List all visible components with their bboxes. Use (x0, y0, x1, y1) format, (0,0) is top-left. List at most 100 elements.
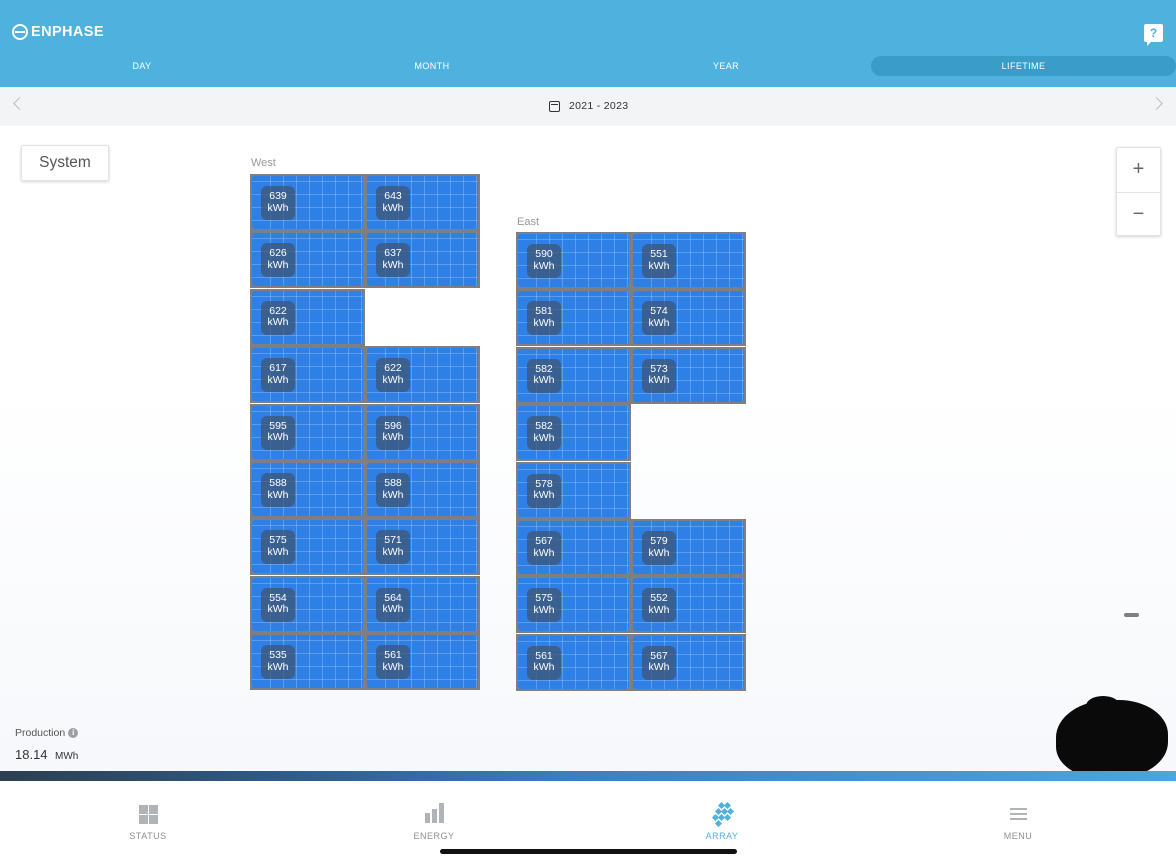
solar-panel[interactable]: 561 kWh (516, 633, 631, 691)
next-period-icon[interactable] (1150, 97, 1163, 110)
zoom-out-button[interactable]: − (1117, 193, 1160, 236)
solar-panel[interactable]: 573 kWh (631, 346, 746, 404)
panel-energy-label: 595 kWh (261, 415, 295, 450)
solar-panel[interactable]: 617 kWh (250, 346, 365, 404)
panel-energy-label: 578 kWh (527, 473, 561, 508)
panel-energy-label: 581 kWh (527, 301, 561, 336)
system-button[interactable]: System (21, 145, 109, 181)
panel-energy-value: 617 (269, 362, 287, 375)
solar-panel[interactable]: 571 kWh (365, 518, 480, 576)
enphase-logo-icon (12, 24, 28, 40)
solar-panel[interactable]: 581 kWh (516, 289, 631, 347)
panel-energy-unit: kWh (533, 374, 555, 387)
panel-energy-label: 552 kWh (642, 588, 676, 623)
panel-energy-label: 564 kWh (376, 587, 410, 622)
panel-energy-value: 561 (384, 649, 402, 662)
panel-energy-unit: kWh (533, 661, 555, 674)
solar-panel[interactable]: 588 kWh (250, 461, 365, 518)
solar-panel[interactable]: 643 kWh (365, 174, 480, 231)
previous-period-icon[interactable] (13, 97, 26, 110)
zoom-in-button[interactable]: + (1117, 148, 1160, 191)
panel-energy-label: 588 kWh (376, 473, 410, 507)
panel-energy-unit: kWh (382, 431, 404, 444)
array-canvas[interactable]: System + − West 639 kWh 643 kWh 626 kWh 637 kWh… (0, 126, 1176, 781)
production-unit: MWh (55, 751, 79, 762)
date-range-text: 2021 - 2023 (569, 100, 629, 112)
solar-panel[interactable]: 564 kWh (365, 575, 480, 633)
production-gradient-bar (0, 771, 1176, 781)
panel-energy-value: 551 (650, 248, 668, 260)
info-icon[interactable]: i (68, 728, 79, 738)
solar-panel[interactable]: 590 kWh (516, 232, 631, 289)
nav-array[interactable]: ARRAY (672, 801, 772, 841)
group-label-east: East (517, 216, 540, 228)
home-indicator[interactable] (440, 849, 737, 854)
panel-energy-unit: kWh (533, 603, 555, 616)
solar-panel[interactable]: 579 kWh (631, 519, 746, 576)
nav-array-label: ARRAY (705, 831, 739, 841)
bottom-nav: STATUS ENERGY ARRAY MENU (0, 781, 1176, 860)
solar-panel[interactable]: 622 kWh (250, 288, 365, 346)
help-button[interactable]: ? (1144, 24, 1163, 46)
panel-energy-label: 579 kWh (642, 531, 676, 565)
panel-energy-value: 582 (535, 420, 553, 433)
solar-panel[interactable]: 622 kWh (365, 346, 480, 404)
panel-energy-label: 575 kWh (527, 588, 561, 623)
nav-status[interactable]: STATUS (98, 803, 198, 841)
solar-panel[interactable]: 637 kWh (365, 231, 480, 289)
solar-panel[interactable]: 575 kWh (250, 518, 365, 576)
solar-panel[interactable]: 578 kWh (516, 461, 631, 519)
solar-panel[interactable]: 574 kWh (631, 289, 746, 347)
panel-energy-label: 622 kWh (376, 358, 410, 393)
panel-energy-label: 574 kWh (642, 301, 676, 336)
scroll-handle[interactable] (1124, 613, 1139, 617)
solar-panel[interactable]: 582 kWh (516, 404, 631, 462)
nav-energy[interactable]: ENERGY (384, 803, 484, 841)
solar-panel[interactable]: 588 kWh (365, 461, 480, 518)
panel-energy-value: 588 (269, 477, 287, 489)
panel-energy-value: 567 (535, 535, 553, 547)
group-label-west: West (251, 157, 276, 169)
panel-energy-unit: kWh (267, 545, 289, 558)
tab-month[interactable]: MONTH (290, 56, 574, 76)
panel-energy-unit: kWh (382, 545, 404, 558)
panel-energy-unit: kWh (648, 316, 670, 329)
panel-energy-value: 588 (384, 477, 402, 489)
panel-energy-value: 579 (650, 535, 668, 547)
solar-panel[interactable]: 567 kWh (516, 519, 631, 576)
nav-menu[interactable]: MENU (968, 803, 1068, 841)
panel-energy-label: 571 kWh (376, 530, 410, 565)
solar-panel[interactable]: 596 kWh (365, 403, 480, 461)
tab-year[interactable]: YEAR (584, 56, 868, 76)
panel-energy-unit: kWh (267, 373, 289, 386)
panel-energy-unit: kWh (267, 316, 289, 329)
solar-panel[interactable]: 639 kWh (250, 174, 365, 231)
solar-panel[interactable]: 551 kWh (631, 232, 746, 289)
solar-panel[interactable]: 582 kWh (516, 346, 631, 404)
solar-panel[interactable]: 626 kWh (250, 231, 365, 289)
date-range-selector[interactable]: 2021 - 2023 (549, 99, 628, 113)
panel-energy-label: 596 kWh (376, 415, 410, 450)
solar-panel[interactable]: 595 kWh (250, 403, 365, 461)
solar-panel[interactable]: 567 kWh (631, 633, 746, 691)
solar-panel[interactable]: 552 kWh (631, 576, 746, 634)
tab-day[interactable]: DAY (0, 56, 284, 76)
panel-energy-label: 567 kWh (642, 645, 676, 680)
brand-name: ENPHASE (31, 24, 104, 40)
nav-menu-label: MENU (1003, 831, 1033, 841)
panel-energy-unit: kWh (648, 374, 670, 387)
bar-chart-icon (423, 803, 445, 825)
solar-panel[interactable]: 554 kWh (250, 575, 365, 633)
panel-energy-unit: kWh (267, 431, 289, 444)
panel-energy-unit: kWh (382, 258, 404, 271)
solar-panel[interactable]: 535 kWh (250, 633, 365, 691)
panel-energy-unit: kWh (267, 201, 289, 214)
panel-energy-unit: kWh (533, 431, 555, 444)
panel-energy-value: 590 (535, 248, 553, 260)
solar-panel[interactable]: 561 kWh (365, 633, 480, 691)
tab-lifetime[interactable]: LIFETIME (871, 56, 1176, 76)
panel-energy-label: 551 kWh (642, 244, 676, 278)
nav-status-label: STATUS (129, 831, 167, 841)
panel-energy-label: 637 kWh (376, 243, 410, 278)
solar-panel[interactable]: 575 kWh (516, 576, 631, 634)
